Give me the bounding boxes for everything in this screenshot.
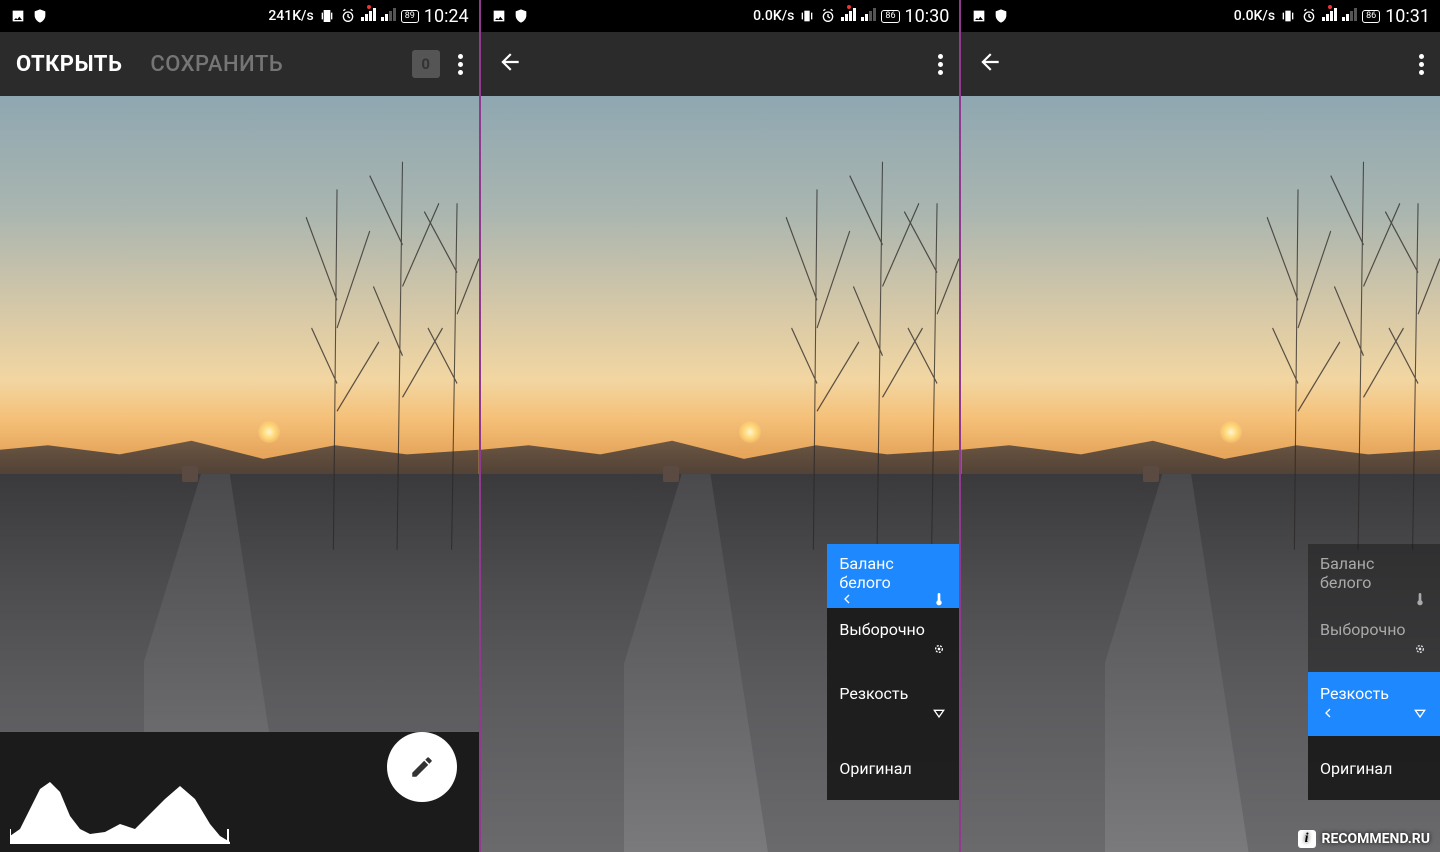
option-sharpness[interactable]: Резкость [1308, 672, 1440, 736]
shield-icon [32, 8, 48, 24]
triangle-down-icon [931, 705, 947, 725]
open-button[interactable]: ОТКРЫТЬ [16, 52, 122, 77]
option-label: Оригинал [1320, 759, 1428, 778]
photo-canvas[interactable] [0, 96, 479, 852]
bottom-panel [0, 732, 479, 852]
image-icon [10, 8, 26, 24]
signal-icon-2 [381, 7, 396, 25]
status-bar: 0.0K/s 86 10:30 [481, 0, 960, 32]
image-icon [971, 8, 987, 24]
vibrate-icon [1280, 8, 1296, 24]
shield-icon [513, 8, 529, 24]
alarm-icon [340, 8, 356, 24]
alarm-icon [1301, 8, 1317, 24]
edits-counter[interactable]: 0 [412, 50, 440, 78]
more-icon[interactable] [938, 54, 943, 75]
network-speed: 0.0K/s [753, 8, 794, 24]
image-icon [491, 8, 507, 24]
option-sharpness[interactable]: Резкость [827, 672, 959, 736]
screen-3: 0.0K/s 86 10:31 Баланс белого [961, 0, 1440, 852]
more-icon[interactable] [458, 54, 463, 75]
app-bar [961, 32, 1440, 96]
network-speed: 241K/s [268, 8, 313, 24]
option-original[interactable]: Оригинал [1308, 736, 1440, 800]
network-speed: 0.0K/s [1234, 8, 1275, 24]
option-selective[interactable]: Выборочно [1308, 608, 1440, 672]
option-selective[interactable]: Выборочно [827, 608, 959, 672]
edit-fab[interactable] [387, 732, 457, 802]
save-button[interactable]: СОХРАНИТЬ [150, 52, 283, 77]
adjust-options: Баланс белого Выборочно Резкость Оригина… [827, 544, 959, 800]
watermark: i RECOMMEND.RU [1298, 830, 1431, 848]
vibrate-icon [319, 8, 335, 24]
clock-time: 10:31 [1385, 6, 1430, 27]
target-icon [931, 641, 947, 661]
option-label: Резкость [839, 684, 947, 703]
screen-1: 241K/s 89 10:24 ОТКРЫТЬ СОХРАНИТЬ 0 [0, 0, 481, 852]
vibrate-icon [799, 8, 815, 24]
more-icon[interactable] [1419, 54, 1424, 75]
target-icon [1412, 641, 1428, 661]
photo-canvas[interactable]: Баланс белого Выборочно Резкость Оригина… [481, 96, 960, 852]
option-original[interactable]: Оригинал [827, 736, 959, 800]
watermark-text: RECOMMEND.RU [1322, 831, 1431, 847]
histogram [10, 774, 230, 844]
app-bar [481, 32, 960, 96]
option-white-balance[interactable]: Баланс белого [1308, 544, 1440, 608]
app-bar: ОТКРЫТЬ СОХРАНИТЬ 0 [0, 32, 479, 96]
watermark-icon: i [1298, 830, 1316, 848]
option-label: Выборочно [839, 620, 947, 639]
battery-indicator: 86 [1362, 10, 1380, 23]
clock-time: 10:30 [905, 6, 950, 27]
back-button[interactable] [977, 49, 1003, 79]
photo-canvas[interactable]: Баланс белого Выборочно Резкость Оригина… [961, 96, 1440, 852]
status-bar: 0.0K/s 86 10:31 [961, 0, 1440, 32]
signal-icon-1 [841, 7, 856, 25]
option-label: Выборочно [1320, 620, 1428, 639]
signal-icon-1 [361, 7, 376, 25]
screens-row: 241K/s 89 10:24 ОТКРЫТЬ СОХРАНИТЬ 0 [0, 0, 1440, 852]
screen-2: 0.0K/s 86 10:30 Баланс белого [481, 0, 962, 852]
option-white-balance[interactable]: Баланс белого [827, 544, 959, 608]
triangle-down-icon [1412, 705, 1428, 725]
option-label: Резкость [1320, 684, 1428, 703]
option-label: Баланс белого [1320, 554, 1428, 592]
battery-indicator: 89 [401, 10, 419, 23]
chevron-left-icon [1320, 705, 1336, 725]
battery-indicator: 86 [881, 10, 899, 23]
back-button[interactable] [497, 49, 523, 79]
status-bar: 241K/s 89 10:24 [0, 0, 479, 32]
signal-icon-1 [1322, 7, 1337, 25]
option-label: Баланс белого [839, 554, 947, 592]
adjust-options: Баланс белого Выборочно Резкость Оригина… [1308, 544, 1440, 800]
option-label: Оригинал [839, 759, 947, 778]
clock-time: 10:24 [424, 6, 469, 27]
signal-icon-2 [1342, 7, 1357, 25]
shield-icon [993, 8, 1009, 24]
signal-icon-2 [861, 7, 876, 25]
alarm-icon [820, 8, 836, 24]
